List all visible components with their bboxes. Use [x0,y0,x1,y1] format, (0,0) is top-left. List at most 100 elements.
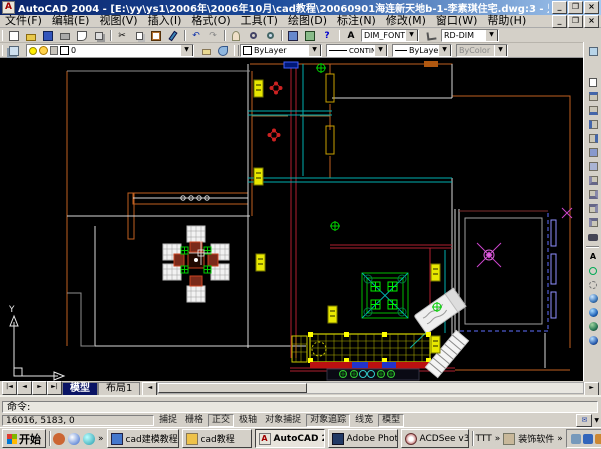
tray-icon-2[interactable] [583,434,593,444]
layer-thaw-sun-icon[interactable] [39,46,48,55]
menu-edit[interactable]: 编辑(E) [47,15,95,27]
scroll-right-icon[interactable]: ► [584,382,599,396]
menu-view[interactable]: 视图(V) [94,15,142,27]
ttt-chevron-icon[interactable]: » [495,434,501,444]
named-ucs-icon[interactable]: A [585,250,601,263]
nw-isometric-icon[interactable] [585,216,601,229]
layer-manager-button[interactable] [6,44,22,57]
menu-insert[interactable]: 插入(I) [143,15,187,27]
osnap-toggle[interactable]: 对象捕捉 [262,415,304,426]
menu-draw[interactable]: 绘图(D) [283,15,332,27]
right-view-icon[interactable] [585,132,601,145]
doc-minimize-button[interactable]: _ [552,15,567,28]
lineweight-combo[interactable]: ByLayer ▼ [392,44,452,57]
wireframe-shade-icon[interactable] [585,292,601,305]
camera-icon[interactable] [585,230,601,243]
gouraud-shade-icon[interactable] [585,334,601,347]
menu-file[interactable]: 文件(F) [0,15,47,27]
plot-button[interactable] [57,29,73,42]
drawing-canvas[interactable]: Y [0,58,583,381]
copy-button[interactable] [131,29,147,42]
chevron-down-icon[interactable]: ▼ [485,29,498,42]
front-view-icon[interactable] [585,146,601,159]
menu-tools[interactable]: 工具(T) [236,15,283,27]
taskbar-toolbar-decor[interactable]: 装饰软件 [518,432,554,445]
decor-chevron-icon[interactable]: » [557,434,563,444]
cut-icon[interactable]: ✂ [114,29,130,42]
tray-icon-1[interactable] [571,434,581,444]
grid-toggle[interactable]: 栅格 [182,415,206,426]
tab-first-button[interactable]: |◄ [2,381,17,395]
dim-style-icon[interactable] [423,29,439,42]
scroll-left-icon[interactable]: ◄ [142,382,157,396]
scrollbar-thumb[interactable] [158,383,307,393]
tab-last-button[interactable]: ►| [47,381,62,395]
menu-window[interactable]: 窗口(W) [431,15,482,27]
status-menu-arrow-icon[interactable]: ▼ [594,417,599,424]
open-button[interactable] [23,29,39,42]
start-button[interactable]: 开始 [2,429,46,448]
paste-button[interactable] [148,29,164,42]
task-cad-tutorial-folder[interactable]: cad教程 [182,429,252,448]
quick-launch-icon-1[interactable] [53,433,65,445]
pan-button[interactable] [228,29,244,42]
dim-style-combo[interactable]: RD-DIM ▼ [441,29,499,42]
color-combo[interactable]: ByLayer ▼ [240,44,322,57]
snap-toggle[interactable]: 捕捉 [156,415,180,426]
ne-isometric-icon[interactable] [585,202,601,215]
properties-button[interactable] [285,29,301,42]
quick-launch-icon-2[interactable] [68,433,80,445]
tab-model[interactable]: 模型 [62,382,98,395]
back-view-icon[interactable] [585,160,601,173]
make-object-layer-current-button[interactable] [198,44,214,57]
bottom-view-icon[interactable] [585,104,601,117]
chevron-down-icon[interactable]: ▼ [180,44,193,57]
save-button[interactable] [40,29,56,42]
doc-close-button[interactable]: × [584,15,599,28]
dim-edit-icon[interactable] [585,45,601,58]
model-space-toggle[interactable]: 模型 [378,414,404,427]
task-cad-modeling-tutorial[interactable]: cad建模教程.. [107,429,179,448]
quick-launch-chevron-icon[interactable]: » [98,434,104,444]
zoom-realtime-icon[interactable] [245,29,261,42]
menu-format[interactable]: 格式(O) [186,15,235,27]
ortho-toggle[interactable]: 正交 [208,414,234,427]
layer-previous-button[interactable] [215,44,231,57]
tab-layout1[interactable]: 布局1 [98,382,140,395]
designcenter-button[interactable] [302,29,318,42]
top-view-icon[interactable] [585,90,601,103]
left-view-icon[interactable] [585,118,601,131]
menu-dimension[interactable]: 标注(N) [332,15,381,27]
command-input[interactable]: 命令: [2,401,598,413]
sw-isometric-icon[interactable] [585,174,601,187]
otrack-toggle[interactable]: 对象追踪 [306,414,350,427]
task-acdsee[interactable]: ACDSee v3.1... [401,429,469,448]
horizontal-scrollbar[interactable]: ◄ ► [142,382,599,394]
chevron-down-icon[interactable]: ▼ [308,44,321,57]
close-button[interactable]: × [584,1,599,14]
tab-next-button[interactable]: ► [32,381,47,395]
redo-button[interactable]: ↷ [205,29,221,42]
chevron-down-icon[interactable]: ▼ [438,44,451,57]
polar-toggle[interactable]: 极轴 [236,415,260,426]
tab-prev-button[interactable]: ◄ [17,381,32,395]
help-icon[interactable]: ? [319,29,335,42]
se-isometric-icon[interactable] [585,188,601,201]
tray-icon-3[interactable] [595,434,601,444]
layer-unlock-icon[interactable] [50,46,58,55]
chevron-down-icon[interactable]: ▼ [374,44,387,57]
match-properties-button[interactable] [165,29,181,42]
quick-launch-icon-3[interactable] [83,433,95,445]
toolbar-grip[interactable] [234,45,239,56]
restore-button[interactable]: ❐ [568,1,583,14]
menu-modify[interactable]: 修改(M) [381,15,431,27]
hidden-shade-icon[interactable] [585,306,601,319]
task-autocad[interactable]: A AutoCAD 200.. [255,429,325,448]
text-style-combo[interactable]: DIM_FONT ▼ [361,29,419,42]
publish-button[interactable] [91,29,107,42]
layer-on-bulb-icon[interactable] [29,47,37,55]
task-adobe-photoshop[interactable]: Adobe Photo... [328,429,398,448]
text-style-icon[interactable]: A [343,29,359,42]
plot-preview-button[interactable] [74,29,90,42]
minimize-button[interactable]: _ [552,1,567,14]
